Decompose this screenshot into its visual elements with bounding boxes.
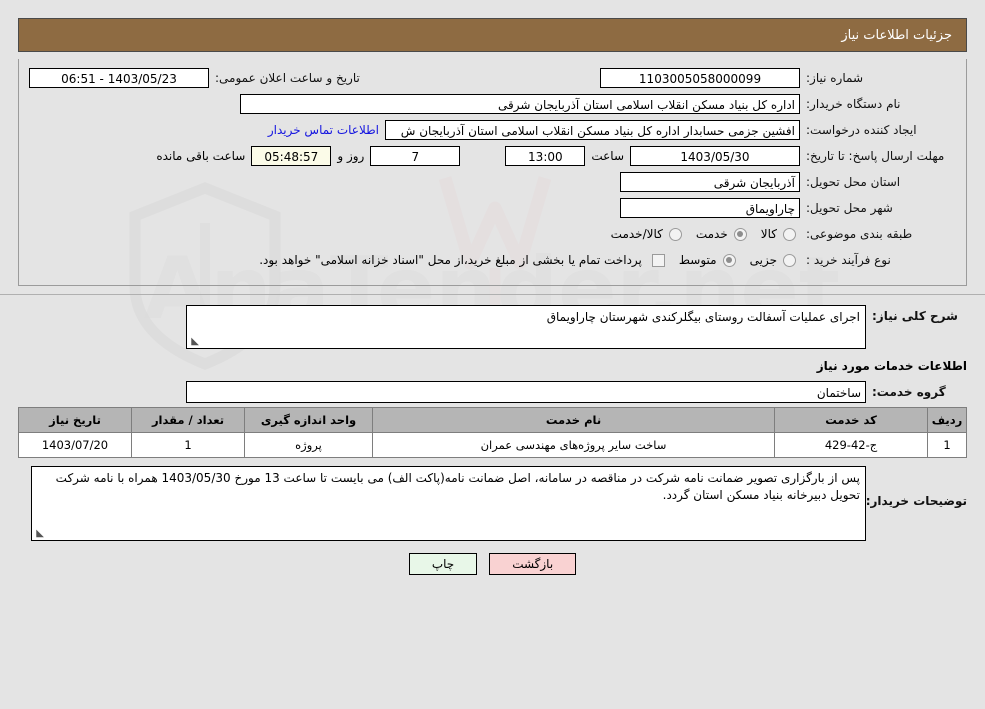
services-heading: اطلاعات خدمات مورد نیاز — [816, 359, 967, 373]
deadline-date-field[interactable]: 1403/05/30 — [630, 146, 800, 166]
radio-purchase-minor-label: جزیی — [749, 253, 777, 267]
buyer-notes-value: پس از بارگزاری تصویر ضمانت نامه شرکت در … — [55, 471, 860, 502]
col-row-no: ردیف — [927, 407, 967, 433]
deadline-label: مهلت ارسال پاسخ: تا تاریخ: — [806, 149, 945, 163]
requester-label: ایجاد کننده درخواست: — [806, 123, 917, 137]
time-label: ساعت — [591, 149, 624, 163]
row-general-description: شرح کلی نیاز: اجرای عملیات آسفالت روستای… — [18, 305, 967, 349]
radio-category-goods-service[interactable] — [668, 227, 682, 241]
province-field[interactable]: آذربایجان شرقی — [620, 172, 800, 192]
cell-service-name: ساخت سایر پروژه‌های مهندسی عمران — [372, 432, 775, 458]
requester-field[interactable]: افشین جزمی حسابدار اداره کل بنیاد مسکن ا… — [385, 120, 800, 140]
col-service-name: نام خدمت — [372, 407, 775, 433]
cell-unit: پروژه — [244, 432, 373, 458]
checkbox-islamic-treasury[interactable] — [651, 253, 665, 267]
cell-need-date: 1403/07/20 — [18, 432, 132, 458]
service-group-field[interactable]: ساختمان — [186, 381, 866, 403]
province-label: استان محل تحویل: — [806, 175, 901, 189]
row-buyer-org: نام دستگاه خریدار: اداره کل بنیاد مسکن ا… — [29, 93, 956, 115]
resize-grip-icon[interactable]: ◣ — [189, 337, 199, 347]
table-header-row: ردیف کد خدمت نام خدمت واحد اندازه گیری ت… — [18, 407, 967, 433]
row-province: استان محل تحویل: آذربایجان شرقی — [29, 171, 956, 193]
row-need-number: شماره نیاز: 1103005058000099 تاریخ و ساع… — [29, 67, 956, 89]
row-city: شهر محل تحویل: چاراویماق — [29, 197, 956, 219]
radio-category-goods-service-label: کالا/خدمت — [610, 227, 663, 241]
row-deadline: مهلت ارسال پاسخ: تا تاریخ: 1403/05/30 سا… — [29, 145, 956, 167]
countdown-timer-field: 05:48:57 — [251, 146, 332, 166]
resize-grip-icon[interactable]: ◣ — [34, 529, 44, 539]
col-need-date: تاریخ نیاز — [18, 407, 132, 433]
announce-label: تاریخ و ساعت اعلان عمومی: — [215, 71, 360, 85]
radio-purchase-medium-label: متوسط — [678, 253, 717, 267]
announce-datetime-field[interactable]: 1403/05/23 - 06:51 — [29, 68, 209, 88]
buyer-org-label: نام دستگاه خریدار: — [806, 97, 901, 111]
row-requester: ایجاد کننده درخواست: افشین جزمی حسابدار … — [29, 119, 956, 141]
radio-category-goods-label: کالا — [760, 227, 777, 241]
row-buyer-notes: توضیحات خریدار: پس از بارگزاری تصویر ضما… — [18, 466, 967, 541]
footer-actions: بازگشت چاپ — [18, 553, 967, 575]
table-row: 1 ج-42-429 ساخت سایر پروژه‌های مهندسی عم… — [18, 432, 967, 458]
countdown-label: ساعت باقی مانده — [156, 149, 246, 163]
general-description-textarea[interactable]: اجرای عملیات آسفالت روستای بیگلرکندی شهر… — [186, 305, 866, 349]
city-field[interactable]: چاراویماق — [620, 198, 800, 218]
buyer-notes-label: توضیحات خریدار: — [865, 494, 967, 508]
city-label: شهر محل تحویل: — [806, 201, 893, 215]
buyer-notes-textarea[interactable]: پس از بارگزاری تصویر ضمانت نامه شرکت در … — [31, 466, 866, 541]
print-button[interactable]: چاپ — [408, 553, 478, 575]
need-number-label: شماره نیاز: — [806, 71, 863, 85]
need-number-field[interactable]: 1103005058000099 — [600, 68, 800, 88]
col-service-code: کد خدمت — [774, 407, 928, 433]
buyer-contact-link[interactable]: اطلاعات تماس خریدار — [262, 123, 385, 137]
cell-service-code: ج-42-429 — [774, 432, 928, 458]
remaining-days-field: 7 — [370, 146, 461, 166]
row-purchase-type: نوع فرآیند خرید : جزیی متوسط پرداخت تمام… — [29, 249, 956, 271]
radio-category-service-label: خدمت — [695, 227, 728, 241]
page-title: جزئیات اطلاعات نیاز — [841, 27, 952, 43]
radio-purchase-minor[interactable] — [783, 253, 796, 267]
radio-category-service[interactable] — [733, 227, 747, 241]
category-label: طبقه بندی موضوعی: — [806, 227, 913, 241]
buyer-org-field[interactable]: اداره کل بنیاد مسکن انقلاب اسلامی استان … — [240, 94, 800, 114]
row-service-group: گروه خدمت: ساختمان — [18, 381, 967, 403]
radio-purchase-medium[interactable] — [722, 253, 736, 267]
service-details-section: شرح کلی نیاز: اجرای عملیات آسفالت روستای… — [18, 295, 967, 575]
radio-category-goods[interactable] — [783, 227, 796, 241]
row-category: طبقه بندی موضوعی: کالا خدمت کالا/خدمت — [29, 223, 956, 245]
cell-quantity: 1 — [131, 432, 245, 458]
services-table: ردیف کد خدمت نام خدمت واحد اندازه گیری ت… — [18, 407, 967, 458]
days-label: روز و — [337, 149, 365, 163]
purchase-type-label: نوع فرآیند خرید : — [806, 253, 891, 267]
general-description-value: اجرای عملیات آسفالت روستای بیگلرکندی شهر… — [546, 310, 860, 324]
general-description-label: شرح کلی نیاز: — [872, 309, 958, 323]
islamic-treasury-label: پرداخت تمام یا بخشی از مبلغ خرید،از محل … — [259, 253, 642, 267]
need-info-panel: شماره نیاز: 1103005058000099 تاریخ و ساع… — [18, 59, 967, 286]
service-group-label: گروه خدمت: — [872, 385, 946, 399]
deadline-time-field[interactable]: 13:00 — [505, 146, 586, 166]
cell-row-no: 1 — [927, 432, 967, 458]
page-header: جزئیات اطلاعات نیاز — [18, 18, 967, 52]
col-quantity: تعداد / مقدار — [131, 407, 245, 433]
col-unit: واحد اندازه گیری — [244, 407, 373, 433]
back-button[interactable]: بازگشت — [489, 553, 577, 575]
